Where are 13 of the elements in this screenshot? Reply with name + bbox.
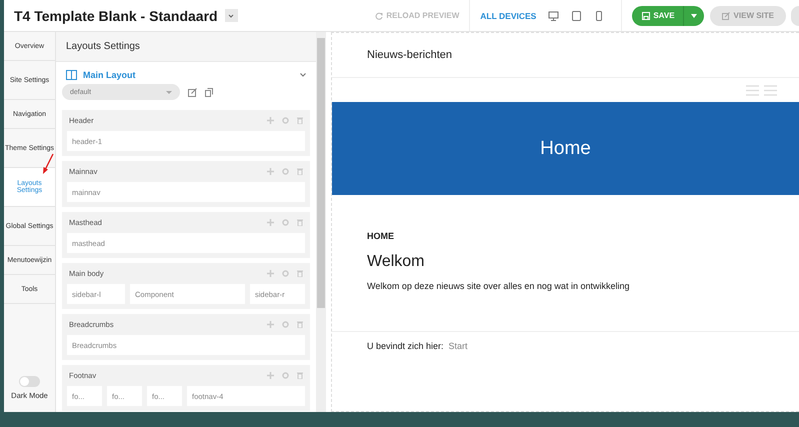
- breadcrumb-label: U bevindt zich hier:: [367, 341, 444, 351]
- panel-title: Layouts Settings: [56, 32, 316, 62]
- breadcrumb-link[interactable]: Start: [448, 341, 468, 351]
- layout-name[interactable]: Main Layout: [83, 70, 294, 80]
- site-name[interactable]: Nieuws-berichten: [332, 33, 799, 78]
- article-heading: Welkom: [367, 253, 426, 271]
- app-title: T4 Template Blank - Standaard: [14, 8, 218, 24]
- device-tab[interactable]: ALL DEVICES: [480, 10, 536, 20]
- page-banner: Home: [332, 102, 799, 195]
- save-button[interactable]: SAVE: [632, 6, 704, 26]
- category-label: HOME: [367, 231, 395, 241]
- view-site-button[interactable]: VIEW SITE: [710, 6, 786, 26]
- article-text: Welkom op deze nieuws site over alles en nog wat in ontwikkeling: [367, 281, 630, 291]
